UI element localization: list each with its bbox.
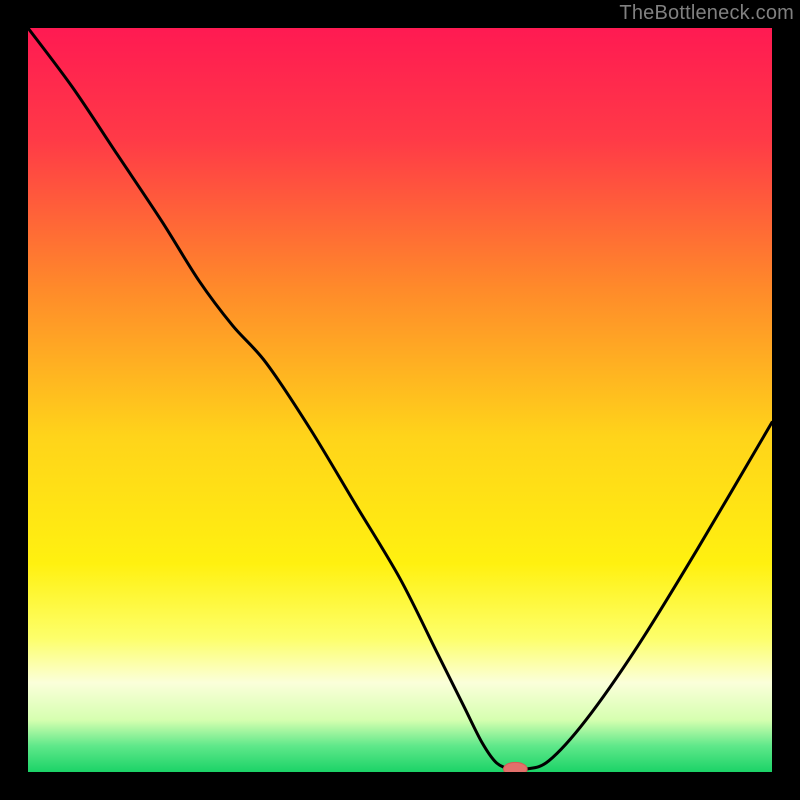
- watermark-text: TheBottleneck.com: [619, 2, 794, 25]
- chart-background: [28, 28, 772, 772]
- chart-plot-area: [28, 28, 772, 772]
- app-frame: TheBottleneck.com: [0, 0, 800, 800]
- bottleneck-chart: [28, 28, 772, 772]
- optimal-point-marker: [503, 762, 527, 772]
